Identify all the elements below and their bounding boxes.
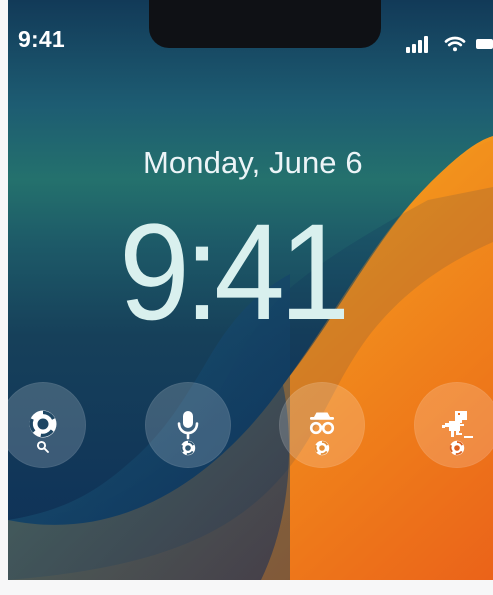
microphone-icon <box>174 409 202 441</box>
status-bar: 9:41 <box>8 0 493 53</box>
signal-icon <box>406 35 434 53</box>
status-time: 9:41 <box>18 26 65 52</box>
battery-icon <box>476 38 493 50</box>
dino-icon <box>440 409 474 441</box>
dino-game-widget[interactable] <box>414 382 493 468</box>
chrome-search-widget[interactable] <box>8 382 86 468</box>
chrome-icon <box>449 440 465 456</box>
lock-time: 9:41 <box>119 196 350 349</box>
notch <box>149 0 381 48</box>
incognito-icon <box>306 409 338 439</box>
chrome-icon <box>28 409 58 439</box>
search-icon <box>36 440 50 454</box>
chrome-icon <box>314 440 330 456</box>
lock-date: Monday, June 6 <box>143 145 363 180</box>
widget-row <box>8 382 493 482</box>
voice-search-widget[interactable] <box>145 382 231 468</box>
wifi-icon <box>444 36 466 52</box>
lock-screen: 9:41 Monday, June 6 9:41 <box>8 0 493 580</box>
phone-frame: 9:41 Monday, June 6 9:41 <box>0 0 493 595</box>
status-icons <box>406 34 493 54</box>
incognito-widget[interactable] <box>279 382 365 468</box>
chrome-icon <box>180 440 196 456</box>
